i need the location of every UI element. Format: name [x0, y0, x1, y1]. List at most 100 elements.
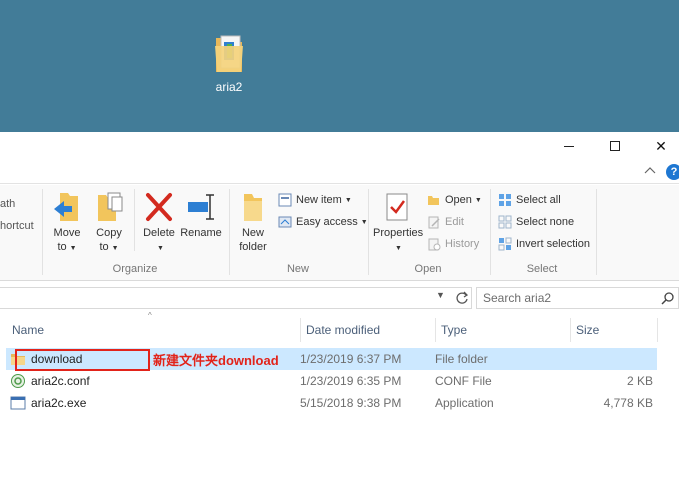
- help-button[interactable]: ?: [666, 164, 679, 180]
- open-folder-icon: [428, 196, 439, 205]
- ribbon: ath hortcut Move to ▼ Copy to ▼ Delete ▼…: [0, 185, 679, 281]
- minimize-button[interactable]: [546, 132, 592, 160]
- maximize-button[interactable]: [592, 132, 638, 160]
- application-icon: [10, 396, 26, 410]
- history-label: History: [445, 238, 480, 250]
- edit-button[interactable]: Edit: [427, 212, 464, 232]
- open-button[interactable]: Open ▼: [427, 190, 482, 210]
- file-type: Application: [435, 396, 494, 410]
- edit-icon: [428, 216, 440, 229]
- new-folder-label-1: New: [241, 227, 264, 239]
- move-to-button[interactable]: Move to ▼: [45, 191, 89, 256]
- copy-to-label-2: to: [99, 241, 109, 253]
- table-row[interactable]: aria2c.conf 1/23/2019 6:35 PM CONF File …: [6, 370, 657, 392]
- group-separator: [42, 189, 43, 275]
- chevron-down-icon: ▼: [474, 196, 482, 204]
- group-separator: [490, 189, 491, 275]
- new-item-button[interactable]: New item ▼: [278, 190, 352, 210]
- easy-access-icon: [278, 216, 292, 228]
- move-to-label-2: to: [57, 241, 67, 253]
- search-box[interactable]: [476, 287, 679, 309]
- move-to-label-1: Move: [53, 227, 81, 239]
- edit-label: Edit: [445, 216, 464, 228]
- file-date: 1/23/2019 6:35 PM: [300, 374, 402, 388]
- properties-button[interactable]: Properties ▼: [373, 191, 424, 256]
- history-icon: [428, 238, 441, 251]
- address-bar-row: ▼: [0, 287, 679, 311]
- select-none-label: Select none: [516, 216, 575, 228]
- copy-to-label-1: Copy: [96, 227, 122, 239]
- open-group-label: Open: [414, 263, 442, 275]
- easy-access-label: Easy access: [296, 216, 358, 228]
- maximize-icon: [610, 141, 620, 151]
- copy-path-label-clipped[interactable]: ath: [0, 198, 15, 210]
- select-all-label: Select all: [516, 194, 561, 206]
- chevron-down-icon: ▼: [360, 218, 368, 226]
- address-field[interactable]: ▼: [0, 287, 472, 309]
- group-separator: [368, 189, 369, 275]
- move-to-icon: [54, 193, 78, 221]
- chevron-down-icon: ▼: [69, 245, 77, 252]
- column-header-type[interactable]: Type: [435, 318, 570, 342]
- column-header-name[interactable]: Name: [6, 318, 300, 342]
- group-separator: [596, 189, 597, 275]
- file-type: File folder: [435, 352, 488, 366]
- desktop-icon-aria2[interactable]: aria2: [204, 32, 254, 94]
- conf-file-icon: [11, 374, 25, 388]
- folder-document-icon: [215, 35, 243, 72]
- table-row[interactable]: aria2c.exe 5/15/2018 9:38 PM Application…: [6, 392, 657, 414]
- properties-label: Properties: [373, 227, 424, 239]
- select-none-icon: [498, 215, 512, 229]
- collapse-ribbon-icon[interactable]: [644, 165, 656, 177]
- select-none-button[interactable]: Select none: [498, 212, 574, 232]
- new-folder-label-2: folder: [239, 241, 267, 253]
- copy-to-button[interactable]: Copy to ▼: [87, 191, 131, 256]
- file-name-cell: aria2c.conf: [10, 370, 90, 392]
- column-header-size[interactable]: Size: [570, 318, 657, 342]
- history-button[interactable]: History: [427, 234, 479, 254]
- new-folder-button[interactable]: New folder: [231, 191, 275, 254]
- delete-x-icon: [146, 193, 172, 221]
- desktop: aria2: [0, 0, 679, 132]
- rename-icon: [188, 194, 214, 220]
- new-item-label: New item: [296, 194, 342, 206]
- delete-label: Delete: [143, 227, 175, 239]
- search-input[interactable]: [477, 288, 647, 308]
- rename-button[interactable]: Rename: [179, 191, 223, 240]
- organize-group-label: Organize: [112, 263, 158, 275]
- select-group-label: Select: [526, 263, 558, 275]
- file-name: aria2c.exe: [31, 396, 87, 410]
- chevron-down-icon[interactable]: ▼: [436, 290, 445, 300]
- column-header-date-modified[interactable]: Date modified: [300, 318, 435, 342]
- group-separator: [229, 189, 230, 275]
- file-date: 1/23/2019 6:37 PM: [300, 352, 402, 366]
- invert-selection-button[interactable]: Invert selection: [498, 234, 590, 254]
- properties-icon: [386, 193, 408, 221]
- chevron-down-icon: ▼: [344, 196, 352, 204]
- select-all-button[interactable]: Select all: [498, 190, 561, 210]
- refresh-icon[interactable]: [453, 289, 471, 307]
- rename-label: Rename: [180, 227, 222, 239]
- column-divider[interactable]: [657, 318, 658, 342]
- close-icon: ✕: [655, 137, 667, 154]
- close-button[interactable]: ✕: [638, 132, 679, 160]
- easy-access-button[interactable]: Easy access ▼: [278, 212, 368, 232]
- chevron-down-icon: ▼: [111, 245, 119, 252]
- chevron-down-icon: ▼: [157, 245, 164, 252]
- open-label: Open: [445, 194, 472, 206]
- explorer-window: ✕ ? ath hortcut Move to ▼ Copy to ▼ Dele…: [0, 132, 679, 504]
- search-icon[interactable]: [661, 291, 675, 305]
- ribbon-tab-strip: ?: [0, 160, 679, 184]
- new-folder-icon: [244, 194, 262, 221]
- delete-button[interactable]: Delete ▼: [137, 191, 181, 256]
- title-bar: ✕: [0, 132, 679, 160]
- invert-selection-label: Invert selection: [516, 238, 590, 250]
- new-group-label: New: [286, 263, 309, 275]
- file-size: 4,778 KB: [603, 396, 653, 410]
- annotation-label: 新建文件夹download: [153, 353, 279, 368]
- chevron-down-icon: ▼: [395, 245, 402, 252]
- file-type: CONF File: [435, 374, 492, 388]
- group-separator: [134, 189, 135, 251]
- annotation-highlight-box: [15, 349, 150, 371]
- paste-shortcut-label-clipped[interactable]: hortcut: [0, 220, 34, 232]
